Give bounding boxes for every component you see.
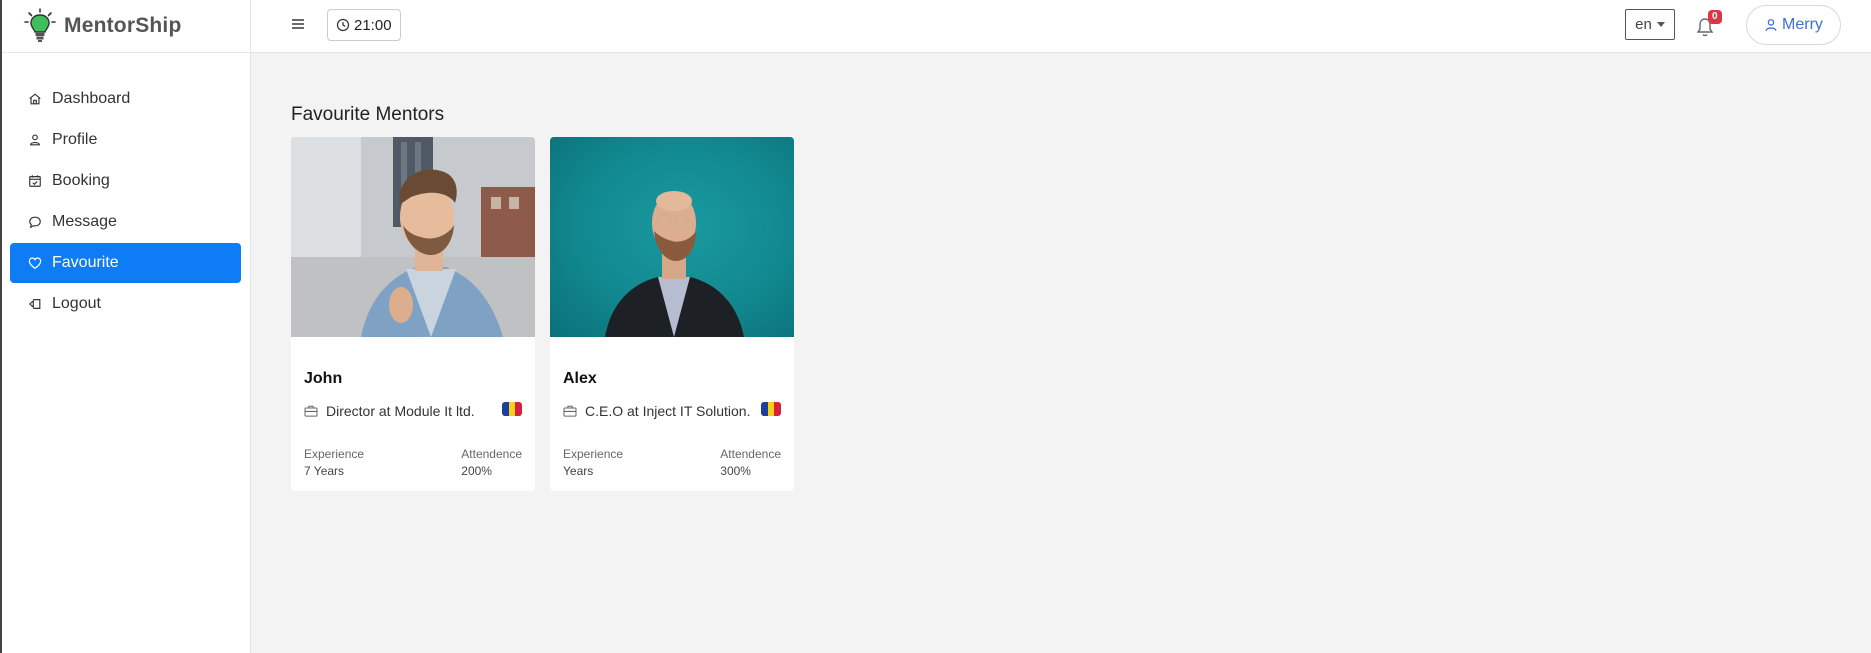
brand-name: MentorShip [64,14,182,37]
language-value: en [1635,16,1652,33]
experience-value: Years [563,464,594,478]
lightbulb-logo-icon [24,8,56,42]
attendance-stat: Attendence 200% [461,447,522,478]
top-header: 21:00 en 0 Merry [251,0,1871,53]
logout-icon [27,296,43,312]
brand[interactable]: MentorShip [2,0,250,53]
mentor-name: Alex [563,370,597,387]
sidebar-item-label: Logout [52,295,101,312]
briefcase-icon [563,405,577,417]
mentor-role: C.E.O at Inject IT Solution. [585,403,751,419]
sidebar-item-dashboard[interactable]: Dashboard [10,79,241,119]
sidebar-item-label: Booking [52,172,110,189]
briefcase-icon [304,405,318,417]
experience-label: Experience [563,447,624,461]
calendar-check-icon [27,173,43,189]
country-flag-icon [761,402,781,416]
sidebar-item-label: Message [52,213,117,230]
sidebar-item-label: Favourite [52,254,119,271]
user-icon [1765,19,1777,31]
heart-icon [27,255,43,271]
sidebar-item-label: Dashboard [52,90,131,107]
user-menu-button[interactable]: Merry [1746,5,1841,45]
sidebar: MentorShip Dashboard Profile Booking Mes… [0,0,251,653]
mentor-photo [550,137,794,337]
experience-stat: Experience 7 Years [304,447,364,478]
language-select[interactable]: en [1625,9,1675,40]
sidebar-item-logout[interactable]: Logout [10,284,241,324]
sidebar-item-message[interactable]: Message [10,202,241,242]
clock-icon [336,18,350,32]
mentor-photo [291,137,535,337]
country-flag-icon [502,402,522,416]
clock-time: 21:00 [354,16,392,34]
page-title: Favourite Mentors [291,104,445,125]
hamburger-menu-icon[interactable] [290,16,306,32]
chat-bubble-icon [27,214,43,230]
caret-down-icon [1656,22,1665,27]
user-icon [27,132,43,148]
user-name: Merry [1782,16,1823,33]
experience-label: Experience [304,447,365,461]
sidebar-item-label: Profile [52,131,98,148]
mentor-name: John [304,370,343,387]
mentor-card[interactable]: Alex C.E.O at Inject IT Solution. Experi… [550,137,794,491]
attendance-value: 300% [720,464,751,478]
attendance-label: Attendence [461,447,522,461]
mentor-card-list: John Director at Module It ltd. Experien… [291,137,794,491]
mentor-role: Director at Module It ltd. [326,403,475,419]
home-icon [27,91,43,107]
experience-value: 7 Years [304,464,345,478]
sidebar-item-favourite[interactable]: Favourite [10,243,241,283]
sidebar-nav: Dashboard Profile Booking Message Favour… [2,53,250,324]
notification-badge: 0 [1708,10,1722,24]
sidebar-item-booking[interactable]: Booking [10,161,241,201]
experience-stat: Experience Years [563,447,623,478]
clock-display: 21:00 [327,9,401,41]
sidebar-item-profile[interactable]: Profile [10,120,241,160]
mentor-card[interactable]: John Director at Module It ltd. Experien… [291,137,535,491]
attendance-stat: Attendence 300% [720,447,781,478]
attendance-label: Attendence [720,447,781,461]
attendance-value: 200% [461,464,492,478]
